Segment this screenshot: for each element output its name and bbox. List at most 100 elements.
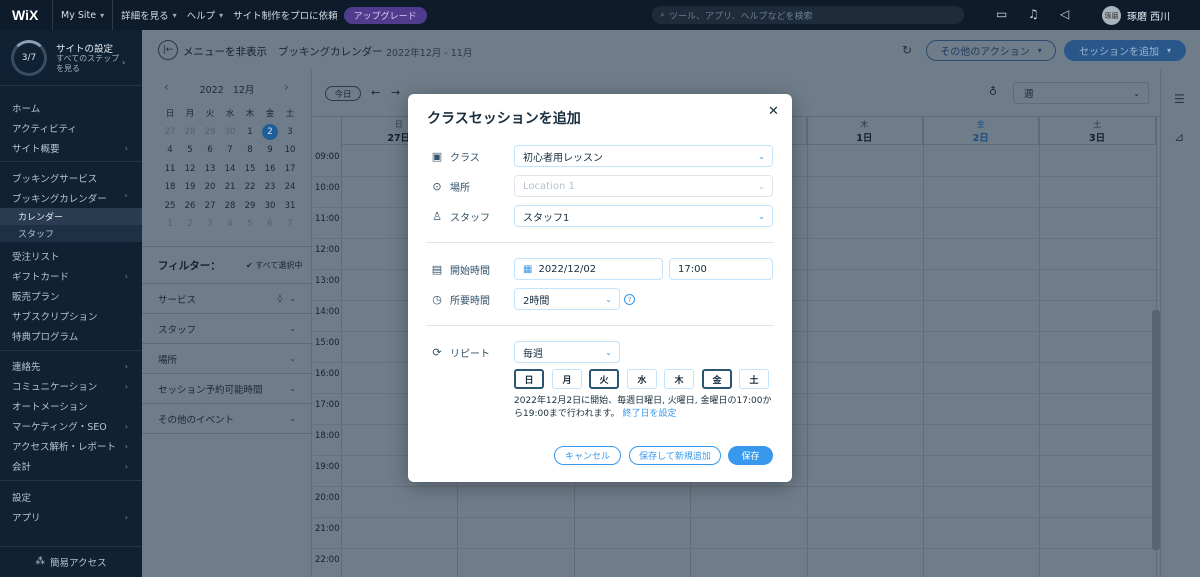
mini-calendar-day[interactable]: 11	[160, 164, 180, 174]
mini-calendar-day[interactable]: 16	[260, 164, 280, 174]
mini-calendar-day[interactable]: 1	[160, 219, 180, 229]
mini-calendar-day[interactable]: 27	[200, 201, 220, 211]
mini-calendar-day[interactable]: 26	[180, 201, 200, 211]
weekday-toggle-fri[interactable]: 金	[702, 369, 732, 389]
mini-calendar-day[interactable]: 28	[220, 201, 240, 211]
mini-calendar-day[interactable]: 5	[180, 145, 200, 155]
chart-icon[interactable]: ⊿	[1174, 130, 1184, 144]
user-name[interactable]: 琢磨 西川	[1127, 8, 1170, 23]
sidebar-item-booking-calendar[interactable]: ブッキングカレンダー ˄	[0, 188, 142, 208]
sidebar-item-loyalty[interactable]: 特典プログラム	[0, 326, 142, 346]
sidebar-item-booking-services[interactable]: ブッキングサービス	[0, 168, 142, 188]
sidebar-item-apps[interactable]: アプリ ›	[0, 507, 142, 527]
mini-calendar-day[interactable]: 2	[180, 219, 200, 229]
staff-select[interactable]: スタッフ1 ⌄	[514, 205, 773, 227]
mini-calendar-day[interactable]: 28	[180, 127, 200, 137]
mini-calendar-day[interactable]: 2	[262, 123, 278, 140]
mini-calendar-day[interactable]: 23	[260, 182, 280, 192]
site-selector[interactable]: My Site ▾	[53, 0, 112, 30]
time-row[interactable]: 20:00	[313, 487, 1160, 518]
other-actions-button[interactable]: その他のアクション ▾	[926, 40, 1056, 61]
time-row[interactable]: 22:00	[313, 549, 1160, 577]
menu-hire-pro[interactable]: サイト制作をプロに依頼 アップグレード	[231, 0, 435, 30]
mini-calendar-day[interactable]: 13	[200, 164, 220, 174]
mini-calendar-day[interactable]: 3	[200, 219, 220, 229]
select-all-filter[interactable]: ✔ すべて選択中	[246, 260, 302, 271]
mini-calendar-day[interactable]: 20	[200, 182, 220, 192]
today-button[interactable]: 今日	[325, 86, 361, 101]
mini-calendar-day[interactable]: 24	[280, 182, 300, 192]
upgrade-button[interactable]: アップグレード	[343, 6, 427, 24]
mini-calendar-day[interactable]: 4	[220, 219, 240, 229]
scrollbar[interactable]	[1152, 310, 1160, 550]
arrow-left-icon[interactable]: ←	[371, 86, 380, 99]
start-date-input[interactable]: ▦ 2022/12/02	[514, 258, 663, 280]
mini-calendar-day[interactable]: 21	[220, 182, 240, 192]
quick-access-button[interactable]: ⁂ 簡易アクセス	[0, 546, 142, 576]
mini-calendar-day[interactable]: 31	[280, 201, 300, 211]
mini-calendar-day[interactable]: 22	[240, 182, 260, 192]
site-setup-progress[interactable]: 3/7 サイトの設定 すべてのステップを見る ›	[0, 30, 142, 86]
mini-calendar-day[interactable]: 1	[240, 127, 260, 137]
arrow-right-icon[interactable]: →	[391, 86, 400, 99]
mini-calendar-day[interactable]: 4	[160, 145, 180, 155]
weekday-toggle-wed[interactable]: 水	[627, 369, 657, 389]
day-column-header[interactable]: 土 3日	[1039, 117, 1156, 145]
menu-details[interactable]: 詳細を見る ▾	[113, 0, 185, 30]
wix-logo[interactable]: WiX	[12, 7, 52, 23]
sidebar-item-marketing-seo[interactable]: マーケティング・SEO ›	[0, 416, 142, 436]
start-time-input[interactable]: 17:00	[669, 258, 773, 280]
filter-other-events[interactable]: その他のイベント ⌄	[142, 404, 312, 434]
add-session-button[interactable]: セッションを追加 ▾	[1064, 40, 1186, 61]
mini-calendar-day[interactable]: 14	[220, 164, 240, 174]
mini-calendar-day[interactable]: 19	[180, 182, 200, 192]
mini-calendar-day[interactable]: 7	[280, 219, 300, 229]
duration-select[interactable]: 2時間 ⌄	[514, 288, 620, 310]
mini-calendar-day[interactable]: 8	[240, 145, 260, 155]
filter-staff[interactable]: スタッフ ⌄	[142, 314, 312, 344]
sidebar-item-automations[interactable]: オートメーション	[0, 396, 142, 416]
day-column-header[interactable]: 木 1日	[806, 117, 923, 145]
sidebar-item-home[interactable]: ホーム	[0, 98, 142, 118]
mini-calendar-day[interactable]: 17	[280, 164, 300, 174]
search-input[interactable]: ⌕ ツール、アプリ、ヘルプなどを検索	[652, 6, 964, 24]
mini-calendar-day[interactable]: 6	[200, 145, 220, 155]
sidebar-item-settings[interactable]: 設定	[0, 487, 142, 507]
filter-availability[interactable]: セッション予約可能時間 ⌄	[142, 374, 312, 404]
weekday-toggle-thu[interactable]: 木	[664, 369, 694, 389]
close-icon[interactable]: ✕	[768, 104, 779, 119]
save-button[interactable]: 保存	[728, 446, 773, 465]
chevron-right-icon[interactable]: ›	[284, 80, 289, 94]
sidebar-item-activity[interactable]: アクティビティ	[0, 118, 142, 138]
save-and-add-new-button[interactable]: 保存して新規追加	[629, 446, 721, 465]
mini-calendar-day[interactable]: 29	[200, 127, 220, 137]
mini-calendar-day[interactable]: 5	[240, 219, 260, 229]
sidebar-item-orders[interactable]: 受注リスト	[0, 246, 142, 266]
weekday-toggle-sun[interactable]: 日	[514, 369, 544, 389]
avatar[interactable]: 琢磨	[1102, 6, 1121, 25]
sidebar-item-subscriptions[interactable]: サブスクリプション	[0, 306, 142, 326]
class-select[interactable]: 初心者用レッスン ⌄	[514, 145, 773, 167]
sidebar-item-gift-cards[interactable]: ギフトカード ›	[0, 266, 142, 286]
mini-calendar-day[interactable]: 30	[260, 201, 280, 211]
cancel-button[interactable]: キャンセル	[554, 446, 621, 465]
sidebar-item-staff[interactable]: スタッフ	[0, 225, 142, 242]
weekday-toggle-sat[interactable]: 土	[739, 369, 769, 389]
sidebar-item-calendar[interactable]: カレンダー	[0, 208, 142, 225]
mini-calendar-day[interactable]: 18	[160, 182, 180, 192]
mini-calendar-day[interactable]: 10	[280, 145, 300, 155]
mini-calendar-day[interactable]: 9	[260, 145, 280, 155]
sidebar-item-contacts[interactable]: 連絡先 ›	[0, 356, 142, 376]
info-icon[interactable]: ?	[624, 294, 635, 305]
repeat-select[interactable]: 毎週 ⌄	[514, 341, 620, 363]
sidebar-item-communications[interactable]: コミュニケーション ›	[0, 376, 142, 396]
mini-calendar-day[interactable]: 6	[260, 219, 280, 229]
menu-help[interactable]: ヘルプ ▾	[185, 0, 232, 30]
mini-calendar-day[interactable]: 25	[160, 201, 180, 211]
megaphone-icon[interactable]: ◁	[1060, 7, 1069, 21]
hide-menu-link[interactable]: メニューを非表示	[183, 44, 267, 59]
mini-calendar-day[interactable]: 12	[180, 164, 200, 174]
filter-location[interactable]: 場所 ⌄	[142, 344, 312, 374]
mini-calendar-day[interactable]: 7	[220, 145, 240, 155]
mini-calendar-day[interactable]: 15	[240, 164, 260, 174]
